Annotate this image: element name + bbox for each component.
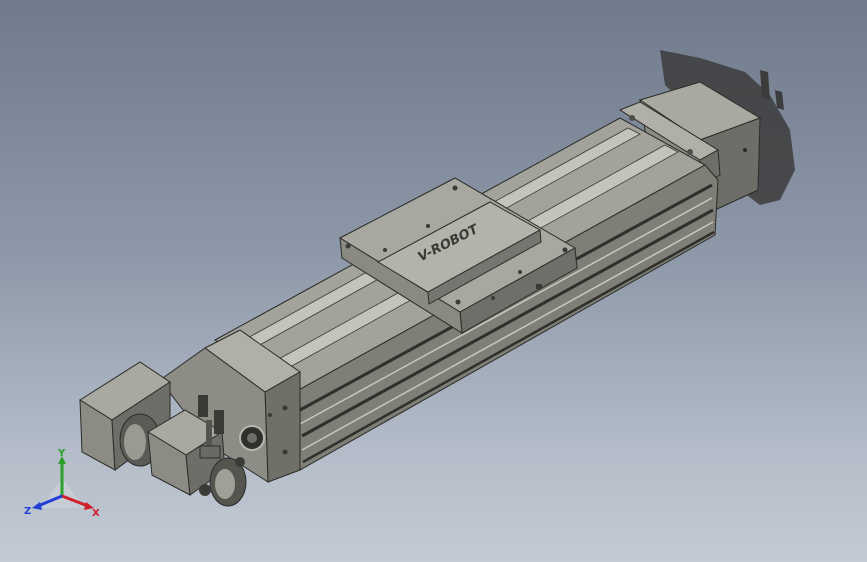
x-axis-label: X bbox=[92, 508, 100, 519]
orientation-triad[interactable]: Y X Z bbox=[22, 448, 112, 528]
cad-viewport[interactable]: V-ROBOT Y X Z bbox=[0, 0, 867, 562]
z-axis-arrow bbox=[32, 502, 42, 510]
z-axis-label: Z bbox=[24, 506, 31, 517]
y-axis-label: Y bbox=[57, 448, 66, 459]
linear-actuator-model[interactable]: V-ROBOT bbox=[0, 0, 867, 562]
